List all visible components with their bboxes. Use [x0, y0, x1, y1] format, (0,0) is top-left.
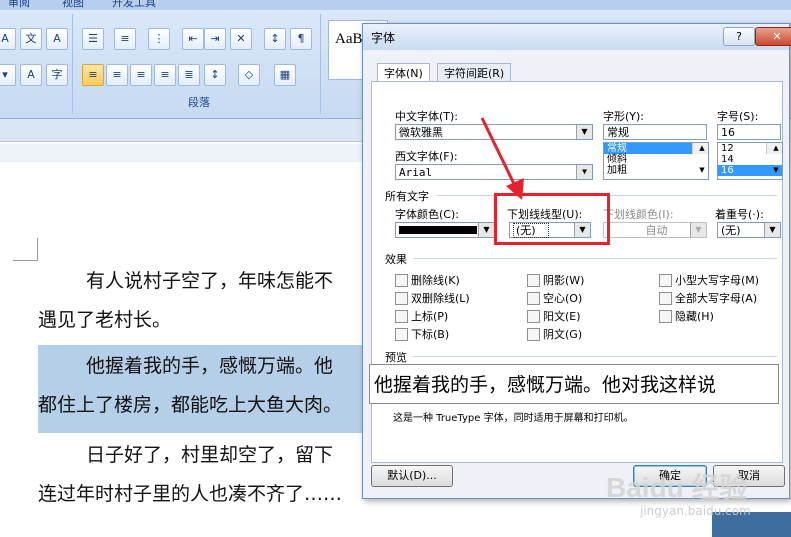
annotation-arrow-icon [480, 117, 524, 200]
watermark-url: jingyan.baidu.com [640, 504, 751, 518]
watermark: Baidu 经验 jingyan.baidu.com [580, 466, 760, 526]
watermark-brand: Baidu 经验 [606, 472, 748, 503]
